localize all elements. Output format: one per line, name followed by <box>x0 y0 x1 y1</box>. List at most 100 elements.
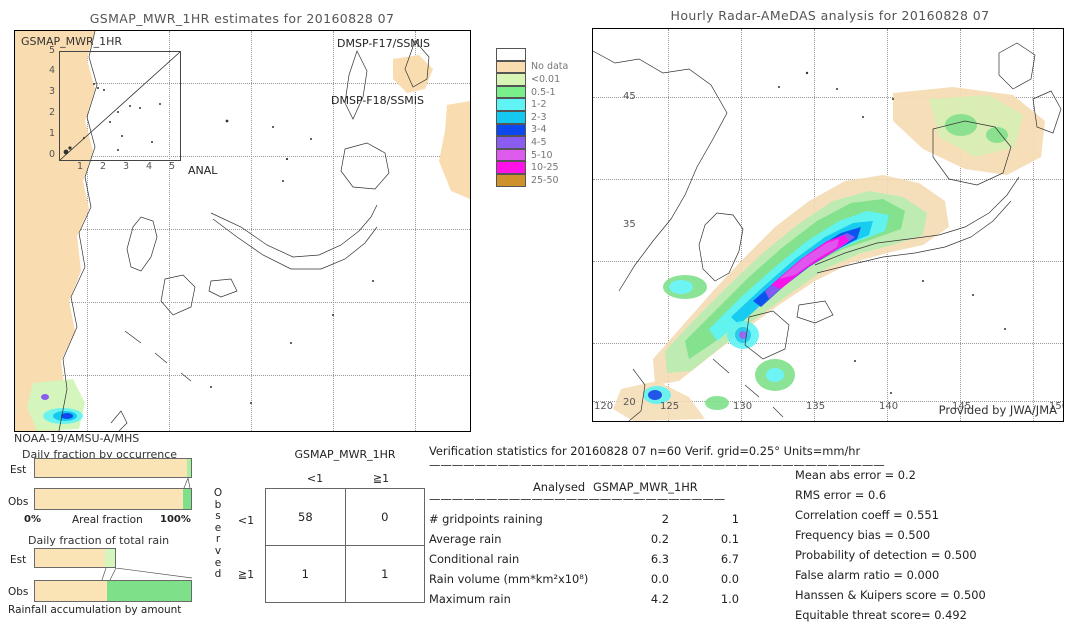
colorbar-entry: 3-4 <box>496 123 568 137</box>
right-map-xtick: 130 <box>733 401 753 412</box>
total-rain-caption: Rainfall accumulation by amount <box>8 604 182 616</box>
verification-header: Verification statistics for 20160828 07 … <box>429 444 861 458</box>
contingency-row-label-lt1: <1 <box>237 514 255 527</box>
bar-segment-tan <box>35 459 188 477</box>
colorbar-entry: 10-25 <box>496 161 568 174</box>
cell-hit-a: 58 <box>265 488 346 546</box>
bar-segment-green <box>183 489 191 509</box>
stat-row-label: # gridpoints raining <box>429 512 543 526</box>
inset-title: GSMAP_MWR_1HR <box>21 35 123 48</box>
colorbar-entry: <0.01 <box>496 73 568 86</box>
colorbar-swatch <box>496 60 526 74</box>
occurrence-obs-bar <box>34 488 192 510</box>
inset-ytick: 3 <box>49 86 56 97</box>
colorbar-swatch <box>496 98 526 111</box>
verification-panel: Verification statistics for 20160828 07 … <box>425 440 1080 622</box>
annotation-dmsp-f17: DMSP-F17/SSMIS <box>337 37 431 50</box>
stat-row-model: 6.7 <box>720 552 739 566</box>
colorbar-label: 25-50 <box>531 174 559 186</box>
cell-hit-c: 1 <box>265 545 346 603</box>
inset-ytick: 1 <box>49 128 56 139</box>
total-rain-connector <box>101 568 192 580</box>
colorbar-swatch <box>496 123 526 137</box>
colorbar-entry: No data <box>496 60 569 74</box>
contingency-table: 58 0 1 1 <box>265 488 426 603</box>
bar-segment-green <box>105 549 115 567</box>
left-map-canvas: GSMAP_MWR_1HR 5 4 3 2 1 0 1 2 3 4 5 DMSP… <box>14 30 471 432</box>
contingency-row-axis-label: Observed <box>213 487 223 581</box>
colorbar-label: 4-5 <box>531 136 547 148</box>
contingency-col-label-ge1: ≧1 <box>372 472 390 485</box>
left-panel-title: GSMAP_MWR_1HR estimates for 20160828 07 <box>89 11 395 26</box>
colorbar-label: 2-3 <box>531 111 547 123</box>
areal-axis-center: Areal fraction <box>72 514 143 526</box>
inset-xtick: 5 <box>169 161 176 172</box>
stat-row-analysed: 4.2 <box>650 592 669 606</box>
colorbar-label: 5-10 <box>531 149 553 161</box>
colorbar-swatch <box>496 85 526 99</box>
colorbar-label: 0.5-1 <box>531 86 556 98</box>
one-to-one-line <box>60 52 180 160</box>
left-map-panel: GSMAP_MWR_1HR estimates for 20160828 07 <box>0 0 540 445</box>
table-row: 58 0 <box>265 488 426 546</box>
right-map-ytick: 45 <box>623 91 636 102</box>
contingency-row-label-ge1: ≧1 <box>237 568 255 581</box>
inset-xtick: 2 <box>100 161 107 172</box>
contingency-col-header: GSMAP_MWR_1HR <box>294 448 396 461</box>
bar-segment-tan <box>35 581 107 601</box>
bar-segment-green <box>106 581 191 601</box>
colorbar-label: 1-2 <box>531 99 547 111</box>
score-line: False alarm ratio = 0.000 <box>795 568 940 582</box>
colorbar-label: <0.01 <box>531 73 561 85</box>
colorbar-swatch <box>496 110 526 124</box>
stat-row-analysed: 6.3 <box>650 552 669 566</box>
inset-xtick: 4 <box>146 161 153 172</box>
bar-segment-tan <box>35 549 106 567</box>
bar-segment-tan <box>35 489 184 509</box>
score-line: Correlation coeff = 0.551 <box>795 508 939 522</box>
colorbar-entry: 25-50 <box>496 173 568 187</box>
score-line: Mean abs error = 0.2 <box>795 468 916 482</box>
colorbar-entry <box>496 48 568 61</box>
right-map-xtick: 135 <box>806 401 826 412</box>
fraction-panels: Daily fraction by occurrence Est Obs 0% … <box>0 440 215 616</box>
stat-row-analysed: 2 <box>661 512 669 526</box>
score-line: RMS error = 0.6 <box>795 488 887 502</box>
divider-columns: —————————————————————————— <box>429 492 726 506</box>
colorbar-entry: 1-2 <box>496 98 568 111</box>
stat-row-label: Rain volume (mm*km²x10⁸) <box>429 572 589 586</box>
occurrence-est-label: Est <box>10 464 27 476</box>
annotation-anal: ANAL <box>188 164 218 177</box>
stat-row-label: Average rain <box>429 532 502 546</box>
colorbar-swatch <box>496 173 526 187</box>
total-rain-est-bar <box>34 548 116 568</box>
colorbar-entry: 4-5 <box>496 136 568 149</box>
colorbar-swatch <box>496 48 526 61</box>
stat-row-model: 0.1 <box>720 532 739 546</box>
total-rain-obs-label: Obs <box>8 586 29 598</box>
contingency-panel: GSMAP_MWR_1HR <1 ≧1 Observed <1 ≧1 58 0 … <box>213 440 426 612</box>
right-map-xtick: 125 <box>660 401 680 412</box>
areal-axis-left: 0% <box>24 514 41 525</box>
stat-row-analysed: 0.2 <box>650 532 669 546</box>
bar-segment-green <box>187 459 191 477</box>
right-map-ytick: 35 <box>623 219 636 230</box>
total-rain-est-label: Est <box>10 554 27 566</box>
score-line: Frequency bias = 0.500 <box>795 528 931 542</box>
colorbar-label: No data <box>531 61 569 73</box>
cell-hit-d: 1 <box>344 545 426 603</box>
annotation-dmsp-f18: DMSP-F18/SSMIS <box>331 94 425 107</box>
right-map-xtick: 120 <box>594 401 614 412</box>
colorbar-swatch <box>496 148 526 162</box>
score-line: Hanssen & Kuipers score = 0.500 <box>795 588 986 602</box>
colorbar-label: 10-25 <box>531 162 559 174</box>
right-map-canvas: 45 35 20 120 125 130 135 140 145 150 Pro… <box>592 28 1064 422</box>
inset-ytick: 5 <box>49 45 56 56</box>
stat-row-label: Conditional rain <box>429 552 520 566</box>
colorbar-swatch <box>496 161 526 174</box>
right-map-ytick: 20 <box>623 397 636 408</box>
stat-row-model: 1.0 <box>720 592 739 606</box>
table-row: 1 1 <box>265 545 426 603</box>
total-rain-obs-bar <box>34 580 192 602</box>
scatter-inset <box>59 51 181 161</box>
